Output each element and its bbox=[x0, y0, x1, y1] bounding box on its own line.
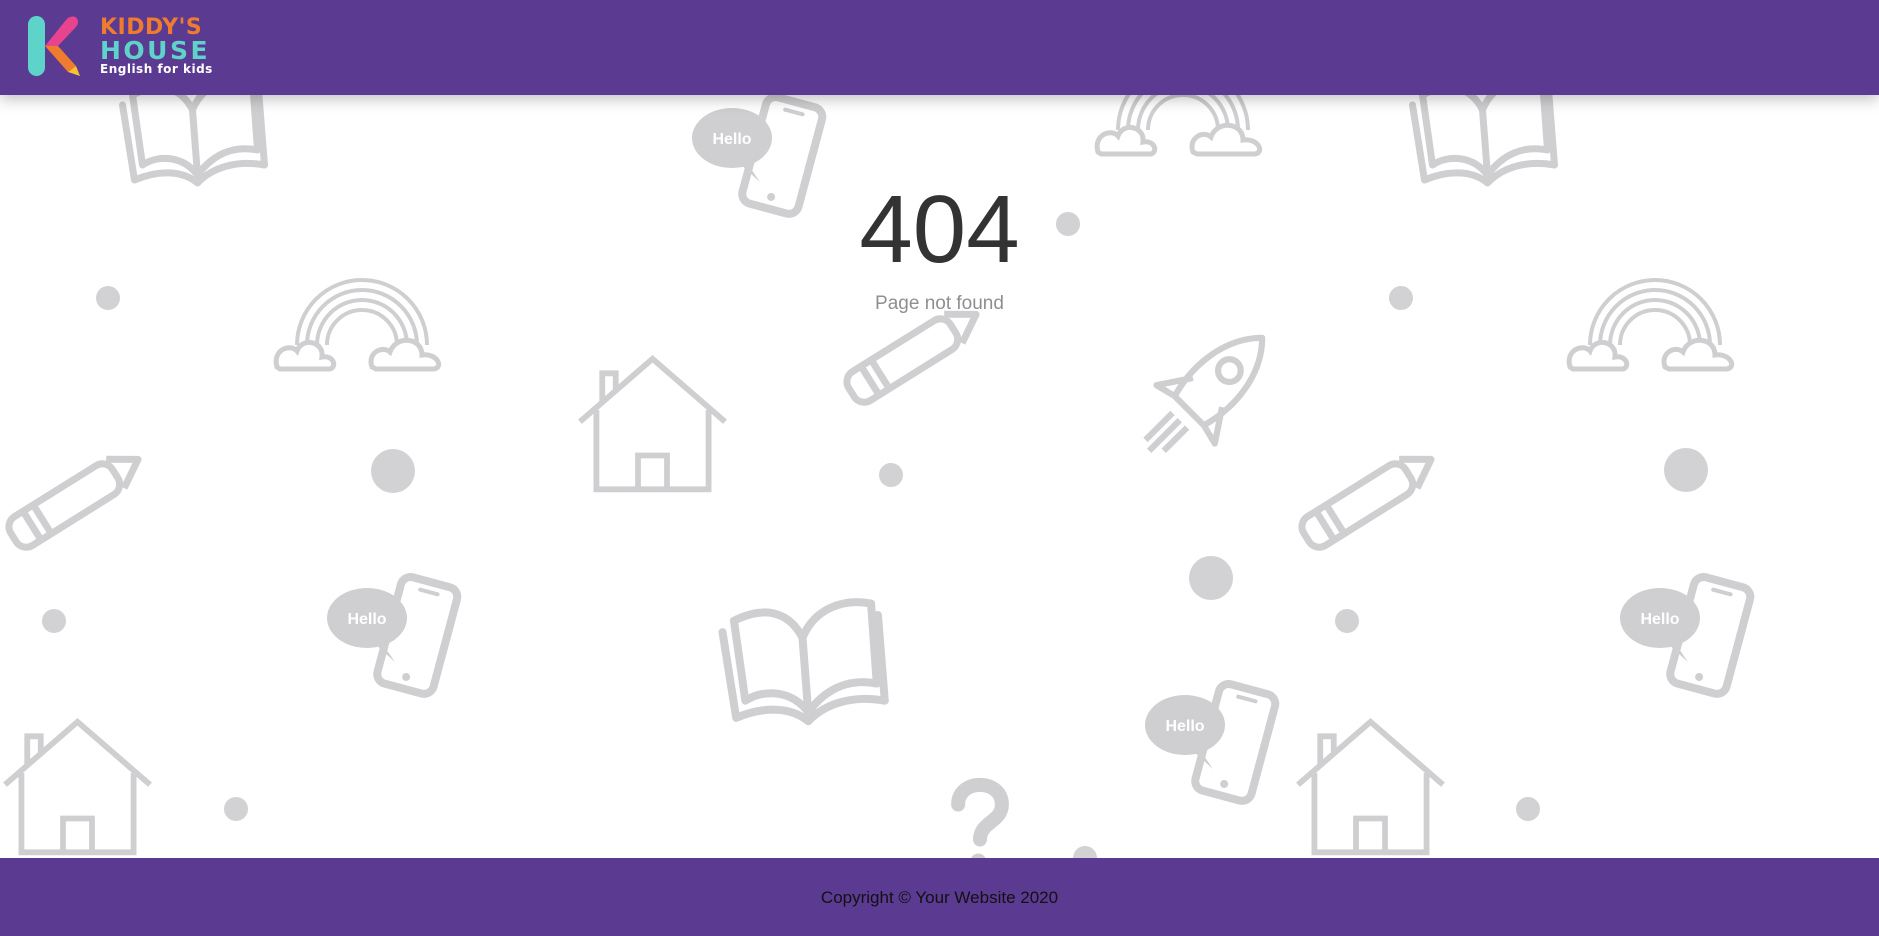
phone-hello-icon bbox=[327, 575, 460, 696]
site-footer: Copyright © Your Website 2020 bbox=[0, 858, 1879, 936]
dot bbox=[879, 463, 903, 487]
logo-link[interactable]: KIDDY'S HOUSE English for kids bbox=[28, 14, 212, 80]
site-header: KIDDY'S HOUSE English for kids bbox=[0, 0, 1879, 95]
pencil-icon bbox=[4, 445, 147, 552]
error-code: 404 bbox=[859, 176, 1020, 283]
pencil-icon bbox=[1297, 445, 1440, 552]
phone-hello-icon bbox=[1620, 575, 1753, 696]
book-icon bbox=[1413, 95, 1555, 183]
phone-hello-icon bbox=[1145, 682, 1278, 803]
rocket-icon bbox=[1120, 309, 1291, 480]
logo-subtitle: HOUSE bbox=[100, 36, 211, 65]
pencil-icon bbox=[842, 300, 985, 407]
house-icon bbox=[1298, 722, 1443, 853]
dot bbox=[224, 797, 248, 821]
error-message: Page not found bbox=[875, 293, 1004, 314]
dot bbox=[1664, 448, 1708, 492]
house-icon bbox=[580, 359, 725, 489]
dot bbox=[1335, 609, 1359, 633]
dot bbox=[1189, 556, 1233, 600]
dot bbox=[1073, 846, 1097, 858]
question-mark-icon bbox=[958, 785, 1002, 858]
logo-tagline: English for kids bbox=[100, 62, 213, 76]
dot bbox=[42, 609, 66, 633]
rainbow-icon bbox=[1097, 95, 1260, 154]
logo-k-icon bbox=[28, 16, 80, 76]
book-icon bbox=[723, 602, 885, 721]
book-icon bbox=[123, 95, 265, 183]
dot bbox=[371, 449, 415, 493]
dot bbox=[1516, 797, 1540, 821]
copyright-text: Copyright © Your Website 2020 bbox=[820, 888, 1059, 907]
main-content: 404 Page not found bbox=[0, 95, 1879, 858]
house-icon bbox=[5, 722, 150, 853]
